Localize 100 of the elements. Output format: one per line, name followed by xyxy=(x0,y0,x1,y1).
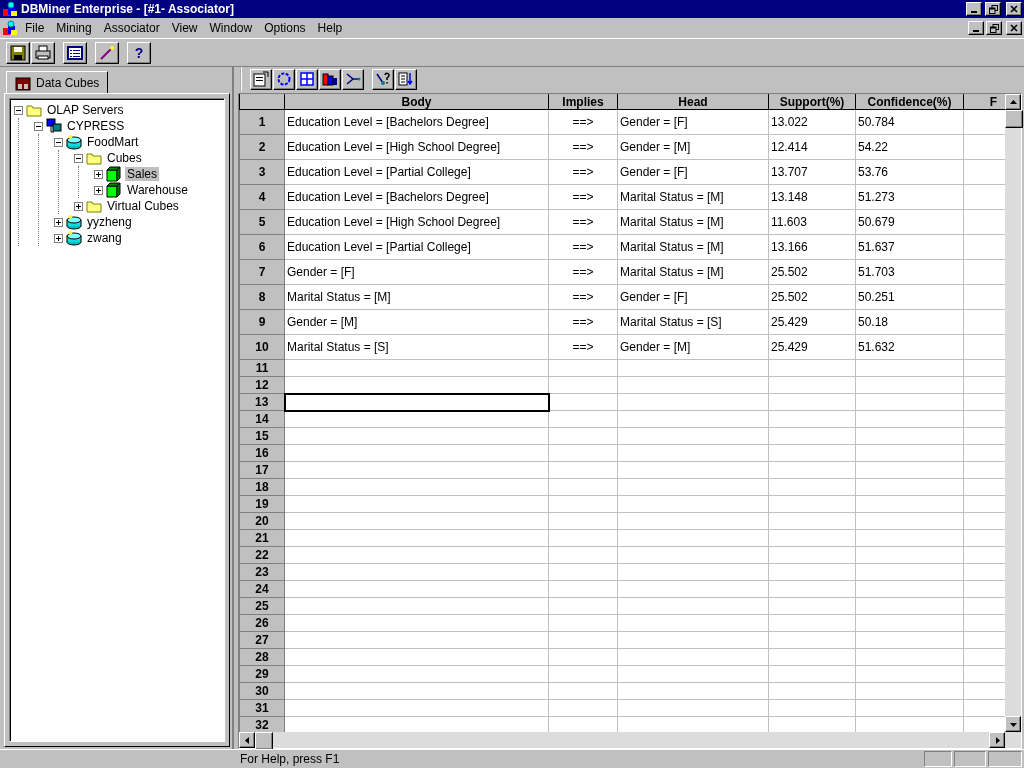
tree-item[interactable]: yyzheng xyxy=(85,215,134,229)
menu-item[interactable]: Help xyxy=(312,20,348,36)
expand-toggle[interactable] xyxy=(14,105,23,115)
menu-item[interactable]: Associator xyxy=(98,20,165,36)
table-cell: 50.784 xyxy=(855,109,964,135)
expand-toggle[interactable] xyxy=(94,169,103,179)
row-number: 1 xyxy=(239,109,285,135)
selected-cell[interactable] xyxy=(284,393,549,411)
table-cell: Marital Status = [S] xyxy=(284,334,549,360)
up-arrow-icon xyxy=(1009,98,1017,106)
menu-item[interactable]: View xyxy=(166,20,203,36)
scroll-right-button[interactable] xyxy=(989,732,1005,748)
table-cell: 51.703 xyxy=(855,259,964,285)
table-cell: 51.273 xyxy=(855,184,964,210)
scroll-thumb[interactable] xyxy=(255,732,273,750)
window-title: DBMiner Enterprise - [#1- Associator] xyxy=(21,2,235,16)
tree-item[interactable]: OLAP Servers xyxy=(45,103,126,117)
tree-item[interactable]: Sales xyxy=(125,167,160,181)
expand-toggle[interactable] xyxy=(74,201,83,211)
table-cell: 13.148 xyxy=(768,184,856,210)
restore-button[interactable] xyxy=(986,21,1002,35)
tree-item[interactable]: Warehouse xyxy=(125,183,190,197)
row-number: 9 xyxy=(239,309,285,335)
properties-icon xyxy=(253,71,269,87)
expand-toggle[interactable] xyxy=(54,137,63,147)
horizontal-scrollbar[interactable] xyxy=(239,732,1021,748)
plus-icon xyxy=(55,234,62,242)
help-button[interactable]: ? xyxy=(127,41,151,64)
column-header[interactable]: Confidence(%) xyxy=(855,94,964,110)
properties-button[interactable] xyxy=(250,68,272,90)
column-header[interactable]: Support(%) xyxy=(768,94,856,110)
table-cell: Gender = [F] xyxy=(617,284,769,310)
expand-toggle[interactable] xyxy=(74,153,83,163)
vertical-scrollbar[interactable] xyxy=(1005,94,1021,732)
minimize-button[interactable] xyxy=(968,21,984,35)
scroll-left-button[interactable] xyxy=(239,732,255,748)
scroll-thumb[interactable] xyxy=(1005,110,1023,128)
menu-item[interactable]: Mining xyxy=(51,20,97,36)
table-cell: ==> xyxy=(548,159,618,185)
row-number: 2 xyxy=(239,134,285,160)
branch-button[interactable] xyxy=(342,68,364,90)
query-icon xyxy=(375,71,391,87)
table-cell: 13.707 xyxy=(768,159,856,185)
wand-button[interactable] xyxy=(95,41,119,64)
print-button[interactable] xyxy=(31,41,55,64)
row-number: 8 xyxy=(239,284,285,310)
menu-item[interactable]: Options xyxy=(259,20,311,36)
expand-toggle[interactable] xyxy=(94,185,103,195)
status-pane xyxy=(924,751,952,767)
table-cell: 50.251 xyxy=(855,284,964,310)
table-cell: Education Level = [High School Degree] xyxy=(284,209,549,235)
tree-item[interactable]: Cubes xyxy=(105,151,144,165)
menu-item[interactable]: Window xyxy=(204,20,258,36)
column-header[interactable]: Implies xyxy=(548,94,618,110)
save-button[interactable] xyxy=(6,41,30,64)
ring-button[interactable] xyxy=(273,68,295,90)
table-cell: ==> xyxy=(548,284,618,310)
app-logo-icon xyxy=(2,20,18,36)
tab[interactable]: Data Cubes xyxy=(6,71,109,93)
plus-icon xyxy=(55,218,62,226)
row-number: 3 xyxy=(239,159,285,185)
minimize-button[interactable] xyxy=(966,2,982,16)
bars-button[interactable] xyxy=(319,68,341,90)
database-icon xyxy=(66,134,82,150)
list-button[interactable] xyxy=(63,41,87,64)
printer-icon xyxy=(35,44,51,61)
status-pane xyxy=(988,751,1022,767)
expand-toggle[interactable] xyxy=(54,233,63,243)
column-header[interactable]: Body xyxy=(284,94,549,110)
restore-button[interactable] xyxy=(985,2,1001,16)
column-header[interactable]: Head xyxy=(617,94,769,110)
table-cell: 50.18 xyxy=(855,309,964,335)
menu-item[interactable]: File xyxy=(20,20,50,36)
branch-icon xyxy=(345,71,361,87)
table-cell: ==> xyxy=(548,309,618,335)
row-number: 5 xyxy=(239,209,285,235)
tree-item[interactable]: CYPRESS xyxy=(65,119,127,133)
sort-button[interactable] xyxy=(395,68,417,90)
database-icon xyxy=(66,214,82,230)
status-pane xyxy=(954,751,986,767)
table-cell: Marital Status = [M] xyxy=(617,259,769,285)
table-cell: 12.414 xyxy=(768,134,856,160)
table-cell: 25.429 xyxy=(768,309,856,335)
grid-icon xyxy=(299,71,315,87)
grid-button[interactable] xyxy=(296,68,318,90)
tree-item[interactable]: FoodMart xyxy=(85,135,141,149)
query-button[interactable] xyxy=(372,68,394,90)
column-header[interactable]: F xyxy=(963,94,1005,110)
expand-toggle[interactable] xyxy=(34,121,43,131)
scroll-down-button[interactable] xyxy=(1005,716,1021,732)
table-cell: 53.76 xyxy=(855,159,964,185)
expand-toggle[interactable] xyxy=(54,217,63,227)
scroll-up-button[interactable] xyxy=(1005,94,1021,110)
tree-item[interactable]: Virtual Cubes xyxy=(105,199,181,213)
close-button[interactable] xyxy=(1006,2,1022,16)
table-cell: ==> xyxy=(548,134,618,160)
close-button[interactable] xyxy=(1006,21,1022,35)
app-logo-icon xyxy=(2,1,18,17)
tree-item[interactable]: zwang xyxy=(85,231,124,245)
table-cell: ==> xyxy=(548,184,618,210)
